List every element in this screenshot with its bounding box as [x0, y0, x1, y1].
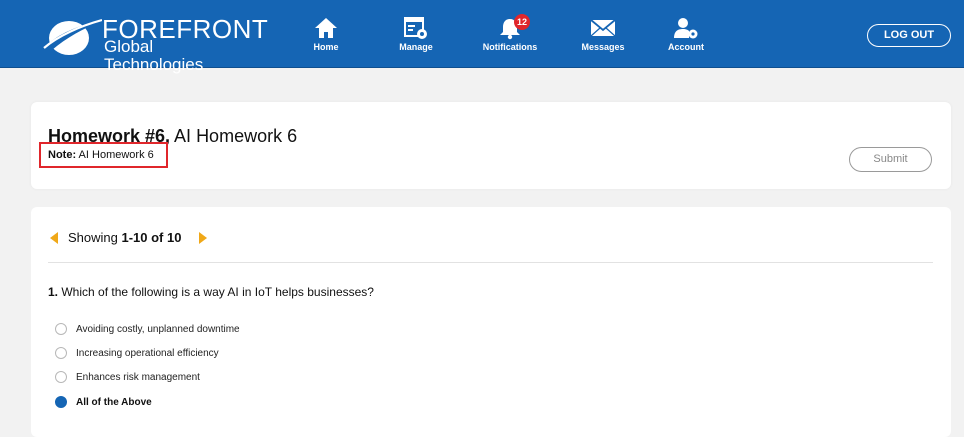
- notification-count-badge: 12: [514, 14, 530, 30]
- forefront-logo[interactable]: FOREFRONT Global Technologies: [42, 14, 268, 74]
- next-page-arrow-icon[interactable]: [198, 231, 208, 245]
- nav-messages-label: Messages: [581, 42, 625, 52]
- nav-notifications[interactable]: 12 Notifications: [470, 14, 550, 56]
- account-gear-icon: [674, 18, 698, 39]
- envelope-icon: [590, 19, 616, 37]
- logout-button[interactable]: LOG OUT: [867, 24, 951, 47]
- nav-notifications-label: Notifications: [482, 42, 538, 52]
- divider: [48, 262, 933, 263]
- nav-home-label: Home: [313, 42, 339, 52]
- nav-account-label: Account: [668, 42, 704, 52]
- logo-subtitle: Global Technologies: [104, 37, 204, 74]
- radio-button[interactable]: [55, 347, 67, 359]
- pagination-prefix: Showing: [68, 230, 122, 245]
- question-card: Showing 1-10 of 10 1. Which of the follo…: [31, 207, 951, 437]
- home-icon: [315, 18, 337, 38]
- assignment-header-card: Homework #6, AI Homework 6 Note: AI Home…: [31, 102, 951, 189]
- answer-option-label: Avoiding costly, unplanned downtime: [76, 324, 240, 335]
- note-label: Note:: [48, 149, 77, 161]
- radio-button[interactable]: [55, 371, 67, 383]
- nav-account[interactable]: Account: [646, 16, 726, 56]
- question-number: 1.: [48, 285, 59, 299]
- top-nav-bar: FOREFRONT Global Technologies Home Manag…: [0, 0, 964, 74]
- question-text: 1. Which of the following is a way AI in…: [48, 285, 374, 299]
- nav-home[interactable]: Home: [286, 16, 366, 56]
- note-value: AI Homework 6: [76, 149, 154, 161]
- answer-option-label: All of the Above: [76, 397, 152, 408]
- nav-manage-label: Manage: [399, 42, 433, 52]
- pagination-range: 1-10 of 10: [121, 230, 182, 245]
- manage-icon: [404, 17, 427, 39]
- answer-option-label: Increasing operational efficiency: [76, 348, 219, 359]
- submit-button[interactable]: Submit: [849, 147, 932, 172]
- answer-option-label: Enhances risk management: [76, 372, 200, 383]
- nav-messages[interactable]: Messages: [563, 16, 643, 56]
- previous-page-arrow-icon[interactable]: [49, 231, 59, 245]
- assignment-note: Note: AI Homework 6: [48, 149, 154, 162]
- radio-button-selected[interactable]: [55, 396, 67, 408]
- assignment-name: AI Homework 6: [170, 126, 298, 146]
- nav-manage[interactable]: Manage: [376, 16, 456, 56]
- globe-logo-icon: [43, 18, 102, 55]
- radio-button[interactable]: [55, 323, 67, 335]
- pagination-status: Showing 1-10 of 10: [68, 231, 181, 245]
- question-body: Which of the following is a way AI in Io…: [58, 285, 374, 299]
